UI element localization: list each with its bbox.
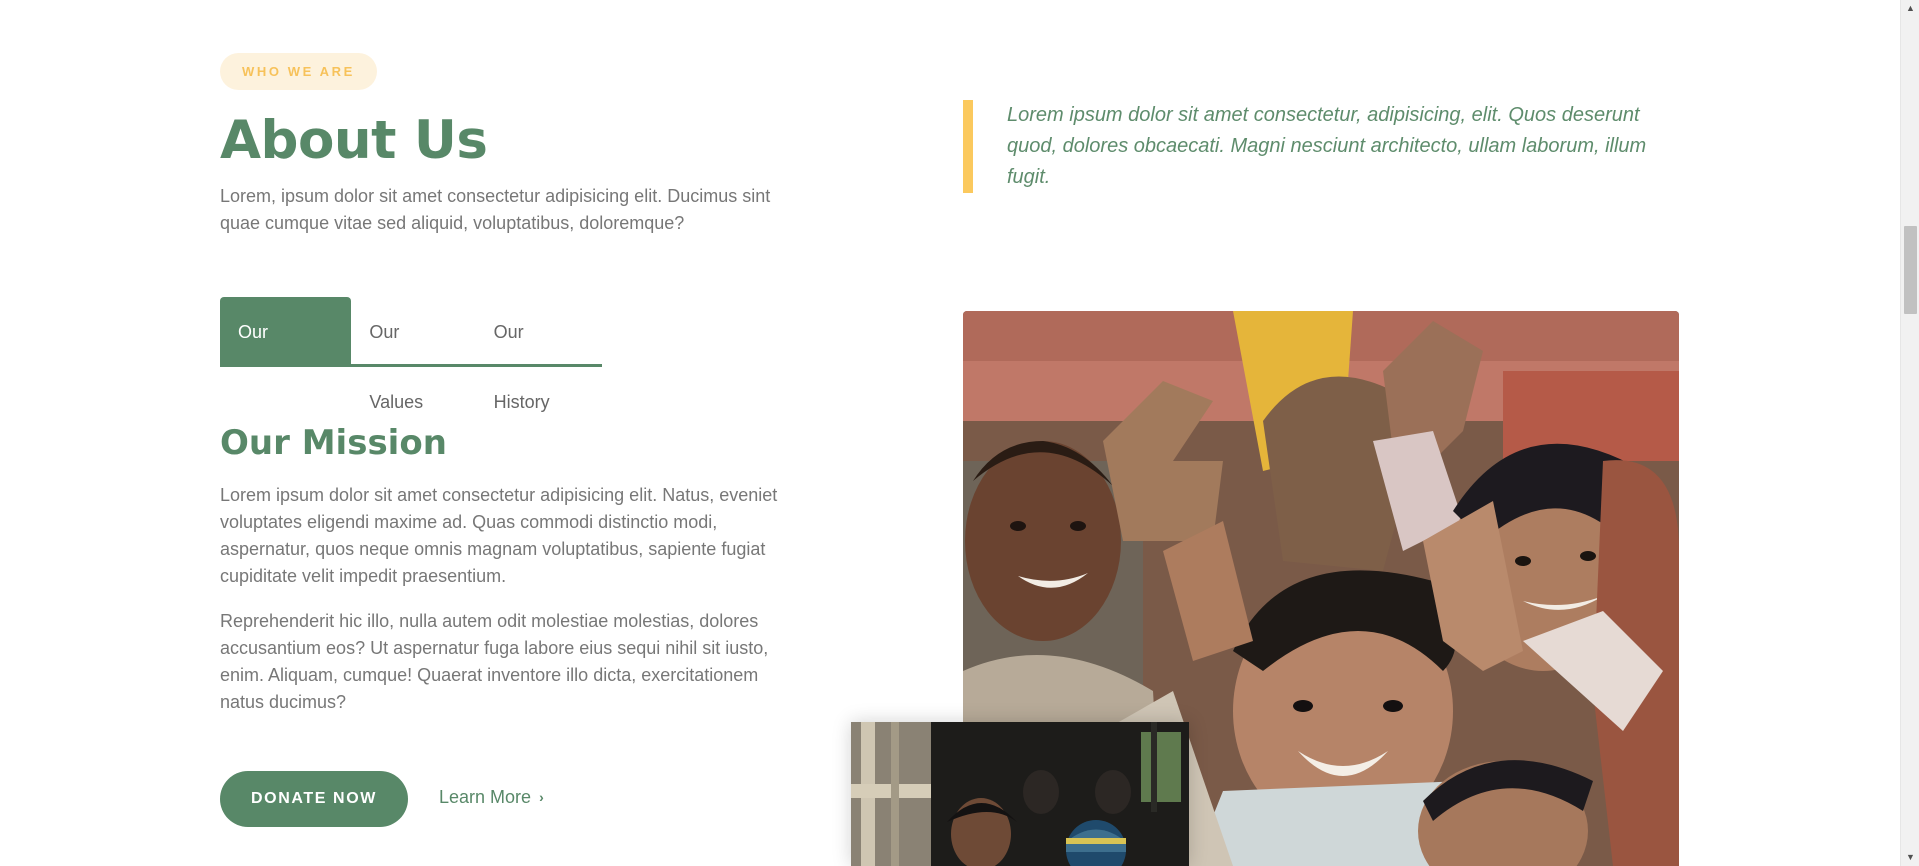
arrow-up-icon[interactable]: ▲ [1901, 0, 1919, 17]
pull-quote: Lorem ipsum dolor sit amet consectetur, … [963, 100, 1683, 193]
mission-paragraph-1: Lorem ipsum dolor sit amet consectetur a… [220, 485, 778, 586]
learn-more-label: Learn More [439, 787, 532, 807]
about-section: WHO WE ARE About Us Lorem, ipsum dolor s… [0, 0, 1900, 866]
page-title: About Us [220, 110, 488, 171]
tab-our-history[interactable]: Our History [476, 297, 602, 412]
who-we-are-badge: WHO WE ARE [220, 53, 377, 90]
tab-our-mission[interactable]: Our Mission [220, 297, 352, 412]
chevron-right-icon: › [539, 789, 544, 805]
intro-text: Lorem, ipsum dolor sit amet consectetur … [220, 186, 771, 233]
scrollbar-thumb[interactable] [1904, 226, 1917, 314]
vertical-scrollbar[interactable]: ▲ ▼ [1900, 0, 1919, 866]
community-photo [851, 722, 1189, 866]
arrow-down-icon[interactable]: ▼ [1901, 849, 1919, 866]
learn-more-link[interactable]: Learn More › [439, 784, 544, 810]
section-title: Our Mission [220, 423, 447, 463]
donate-now-button[interactable]: DONATE NOW [220, 771, 408, 827]
tab-our-values[interactable]: Our Values [351, 297, 475, 412]
about-tabs: Our Mission Our Values Our History [220, 297, 602, 412]
mission-paragraph-2: Reprehenderit hic illo, nulla autem odit… [220, 611, 769, 712]
